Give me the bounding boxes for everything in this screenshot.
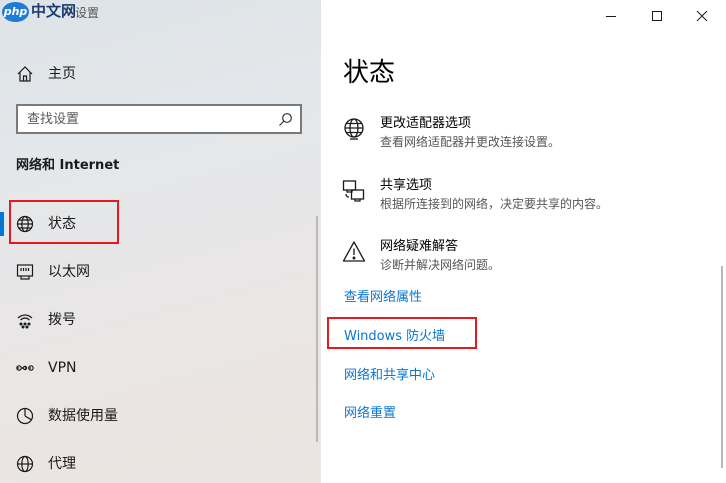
sidebar-item-ethernet[interactable]: 以太网: [0, 254, 318, 290]
content-scrollbar[interactable]: [721, 266, 723, 468]
data-usage-icon: [15, 406, 35, 426]
link-network-reset[interactable]: 网络重置: [344, 405, 396, 423]
section-title: 网络和 Internet: [16, 158, 120, 173]
sidebar-item-label: 数据使用量: [48, 408, 118, 424]
sharing-icon: [341, 178, 367, 204]
sidebar-item-proxy[interactable]: 代理: [0, 446, 318, 482]
home-icon: [15, 64, 35, 84]
globe-icon: [15, 454, 35, 474]
search-icon[interactable]: [278, 112, 293, 127]
search-input[interactable]: [18, 106, 268, 132]
warning-icon: [341, 239, 367, 265]
sidebar-item-label: 以太网: [48, 264, 90, 280]
content-pane: 状态 更改适配器选项 查看网络适配器并更改连接设置。 共享选项 根据所连接到的网…: [321, 0, 726, 483]
search-box[interactable]: [16, 104, 302, 134]
dialup-icon: [15, 310, 35, 330]
page-title: 状态: [343, 58, 396, 88]
option-desc: 诊断并解决网络问题。: [380, 258, 501, 272]
sidebar-item-vpn[interactable]: VPN: [0, 350, 318, 386]
watermark-badge: php: [2, 2, 29, 22]
link-network-properties[interactable]: 查看网络属性: [344, 289, 422, 307]
option-title: 更改适配器选项: [380, 116, 472, 131]
option-sharing[interactable]: 共享选项 根据所连接到的网络，决定要共享的内容。: [341, 177, 711, 221]
globe-icon: [341, 116, 367, 142]
vpn-icon: [15, 358, 35, 378]
nav-home[interactable]: 主页: [0, 60, 318, 88]
close-icon[interactable]: [692, 6, 712, 26]
nav-home-label: 主页: [48, 66, 76, 82]
minimize-icon[interactable]: [601, 6, 621, 26]
option-troubleshoot[interactable]: 网络疑难解答 诊断并解决网络问题。: [341, 238, 711, 282]
ethernet-icon: [15, 262, 35, 282]
option-title: 网络疑难解答: [380, 239, 459, 254]
watermark-text: 中文网: [31, 2, 77, 20]
option-desc: 根据所连接到的网络，决定要共享的内容。: [380, 197, 609, 211]
highlight-box-status: [9, 200, 119, 244]
highlight-box-firewall: [327, 317, 477, 349]
option-title: 共享选项: [380, 178, 433, 193]
sidebar-item-data-usage[interactable]: 数据使用量: [0, 398, 318, 434]
settings-sidebar: php 中文网 设置 主页 网络和 Internet: [0, 0, 321, 483]
sidebar-item-dialup[interactable]: 拨号: [0, 302, 318, 338]
sidebar-item-label: 拨号: [48, 312, 76, 328]
sidebar-item-label: VPN: [48, 360, 77, 376]
option-desc: 查看网络适配器并更改连接设置。: [380, 135, 561, 149]
selected-indicator: [0, 212, 4, 236]
maximize-icon[interactable]: [647, 6, 667, 26]
sidebar-item-label: 代理: [48, 456, 76, 472]
window-title: 设置: [75, 6, 100, 20]
sidebar-scrollbar[interactable]: [316, 216, 318, 442]
link-sharing-center[interactable]: 网络和共享中心: [344, 367, 435, 385]
option-adapter[interactable]: 更改适配器选项 查看网络适配器并更改连接设置。: [341, 115, 711, 159]
